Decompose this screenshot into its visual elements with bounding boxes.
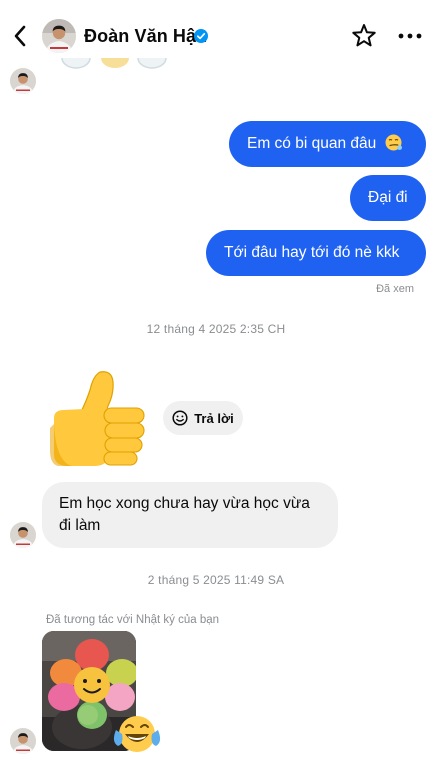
story-reaction-note: Đã tương tác với Nhật ký của bạn — [46, 614, 219, 626]
scrolled-emoji-row — [60, 58, 170, 74]
contact-avatar-small[interactable] — [10, 522, 36, 548]
chevron-left-icon — [14, 25, 26, 47]
contact-avatar-small[interactable] — [10, 728, 36, 754]
message-timestamp: 2 tháng 5 2025 11:49 SA — [147, 573, 285, 587]
outgoing-message[interactable]: Tới đâu hay tới đó nè kkk — [206, 230, 426, 276]
smirking-face-icon — [385, 124, 402, 170]
more-horizontal-icon — [398, 33, 422, 39]
seen-status: Đã xem — [376, 283, 414, 295]
incoming-message[interactable]: Em học xong chưa hay vừa học vừa đi làm — [42, 482, 338, 548]
thumbs-up-emoji[interactable] — [46, 368, 150, 470]
star-outline-icon — [352, 24, 376, 47]
message-text: Em có bi quan đâu — [247, 135, 377, 152]
back-button[interactable] — [8, 22, 32, 50]
outgoing-message[interactable]: Em có bi quan đâu — [229, 121, 426, 167]
message-timestamp: 12 tháng 4 2025 2:35 CH — [146, 322, 286, 336]
reply-label: Trả lời — [194, 410, 234, 426]
contact-name[interactable]: Đoàn Văn Hậu — [84, 26, 207, 47]
verified-badge-icon — [194, 29, 208, 43]
message-text: Tới đâu hay tới đó nè kkk — [224, 244, 400, 261]
outgoing-message[interactable]: Đại đi — [350, 175, 426, 221]
message-text: Đại đi — [368, 189, 408, 206]
more-options-button[interactable] — [396, 22, 424, 50]
reply-button[interactable]: Trả lời — [163, 401, 243, 435]
contact-avatar[interactable] — [42, 19, 76, 53]
contact-avatar-small[interactable] — [10, 68, 36, 94]
smiley-face-icon — [172, 410, 188, 426]
message-text: Em học xong chưa hay vừa học vừa đi làm — [59, 495, 310, 534]
star-button[interactable] — [350, 22, 378, 50]
laughing-tears-emoji — [112, 712, 162, 756]
